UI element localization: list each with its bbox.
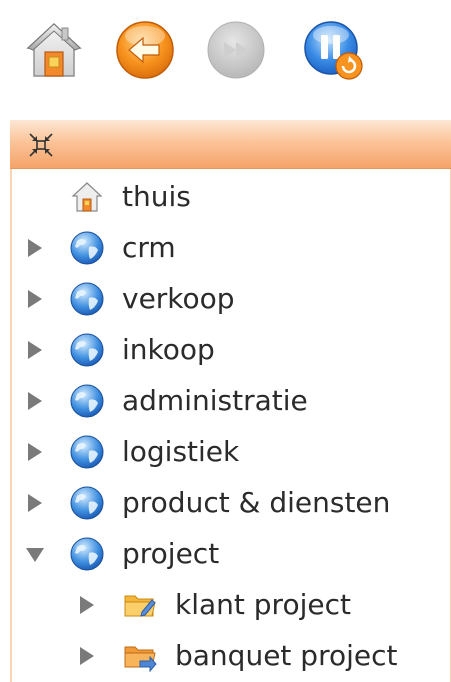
tree-item-logistiek[interactable]: logistiek bbox=[12, 427, 450, 477]
globe-icon bbox=[70, 231, 104, 265]
tree-item-label: product & diensten bbox=[122, 486, 391, 519]
folder-arrow-icon bbox=[124, 646, 157, 673]
tree-item-inkoop[interactable]: inkoop bbox=[12, 325, 450, 375]
expand-arrow-icon[interactable] bbox=[28, 239, 42, 257]
tree-item-thuis[interactable]: thuis bbox=[12, 172, 450, 222]
globe-icon bbox=[70, 435, 104, 469]
expand-arrow-icon[interactable] bbox=[28, 494, 42, 512]
collapse-all-button[interactable] bbox=[28, 132, 54, 158]
home-icon bbox=[26, 22, 82, 77]
tree-item-label: project bbox=[122, 537, 220, 570]
tree-item-label: crm bbox=[122, 231, 176, 264]
expand-arrow-icon[interactable] bbox=[28, 392, 42, 410]
forward-icon bbox=[207, 21, 265, 79]
tree-item-label: verkoop bbox=[122, 282, 235, 315]
navigation-tree: thuis crm verkoop inkoop administratie l… bbox=[10, 169, 451, 682]
globe-icon bbox=[70, 282, 104, 316]
expand-arrow-icon[interactable] bbox=[28, 443, 42, 461]
globe-icon bbox=[70, 537, 104, 571]
folder-edit-icon bbox=[124, 595, 156, 617]
tree-item-verkoop[interactable]: verkoop bbox=[12, 274, 450, 324]
tree-item-administratie[interactable]: administratie bbox=[12, 376, 450, 426]
home-icon bbox=[71, 182, 103, 212]
tree-item-label: thuis bbox=[122, 180, 191, 213]
tree-item-crm[interactable]: crm bbox=[12, 223, 450, 273]
tree-item-label: banquet project bbox=[175, 639, 398, 672]
pause-button[interactable] bbox=[301, 18, 365, 82]
tree-item-klant-project[interactable]: klant project bbox=[12, 580, 450, 630]
tree-panel-header bbox=[10, 120, 451, 169]
collapse-arrow-icon[interactable] bbox=[26, 548, 44, 562]
tree-item-banquet-project[interactable]: banquet project bbox=[12, 631, 450, 681]
globe-icon bbox=[70, 486, 104, 520]
toolbar bbox=[0, 0, 451, 110]
expand-arrow-icon[interactable] bbox=[80, 596, 94, 614]
globe-icon bbox=[70, 384, 104, 418]
tree-item-product-diensten[interactable]: product & diensten bbox=[12, 478, 450, 528]
expand-arrow-icon[interactable] bbox=[28, 341, 42, 359]
tree-item-label: logistiek bbox=[122, 435, 240, 468]
tree-item-project[interactable]: project bbox=[12, 529, 450, 579]
collapse-all-icon bbox=[29, 133, 53, 157]
forward-button[interactable] bbox=[204, 18, 268, 82]
expand-arrow-icon[interactable] bbox=[28, 290, 42, 308]
back-button[interactable] bbox=[113, 18, 177, 82]
tree-item-label: administratie bbox=[122, 384, 308, 417]
pause-refresh-icon bbox=[304, 21, 363, 80]
tree-item-label: klant project bbox=[175, 588, 351, 621]
expand-arrow-icon[interactable] bbox=[80, 647, 94, 665]
globe-icon bbox=[70, 333, 104, 367]
tree-item-label: inkoop bbox=[122, 333, 215, 366]
home-button[interactable] bbox=[22, 18, 86, 82]
back-icon bbox=[116, 21, 174, 79]
